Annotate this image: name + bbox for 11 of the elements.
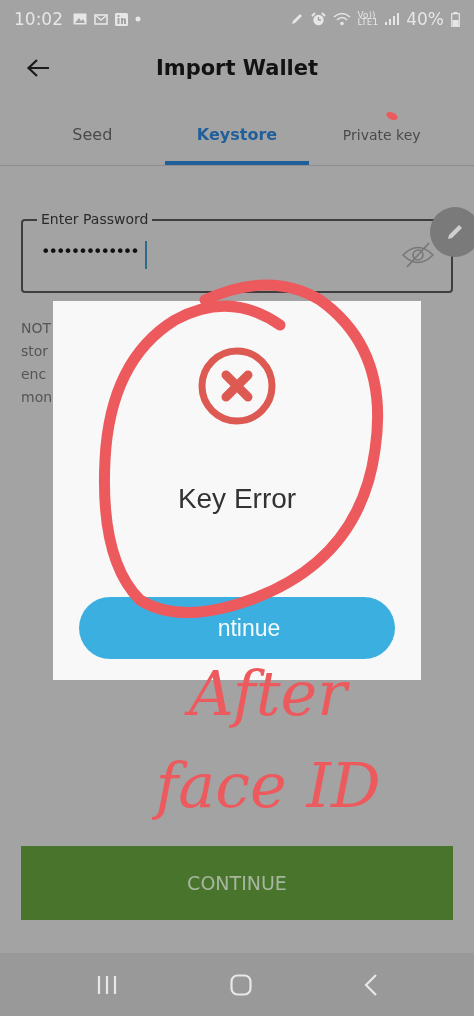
dialog-title: Key Error xyxy=(177,483,297,515)
note-text: enc xyxy=(21,365,48,384)
screen-title: Import Wallet xyxy=(155,56,319,80)
note-text: stor xyxy=(21,342,50,361)
status-time: 10:02 xyxy=(14,9,63,29)
volte-label: Vo)) xyxy=(357,12,376,19)
password-value: ••••••••••••• xyxy=(41,242,138,261)
note-text: NOT xyxy=(21,319,53,338)
note-text: mon xyxy=(21,388,54,407)
battery-percent: 40% xyxy=(406,9,444,29)
network-label: LTE1 xyxy=(357,19,379,26)
